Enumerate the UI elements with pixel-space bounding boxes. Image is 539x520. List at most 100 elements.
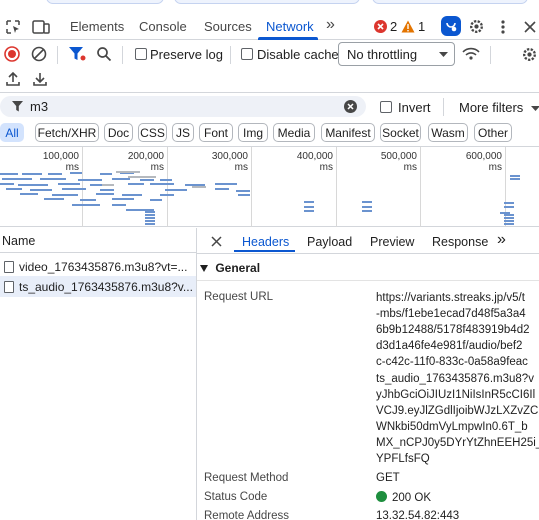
more-detail-tabs-button[interactable]: » [497,231,506,249]
waterfall-bar [160,179,172,181]
warning-badge[interactable]: 1 [401,19,425,34]
search-icon[interactable] [95,45,113,63]
waterfall-bar [100,189,114,191]
remote-address-label: Remote Address [204,510,290,520]
tab-headers[interactable]: Headers [242,235,289,249]
close-details-icon[interactable] [208,233,224,249]
type-filter-manifest[interactable]: Manifest [321,123,375,142]
filter-funnel-icon[interactable] [67,45,87,63]
waterfall-bar [80,199,96,201]
more-tabs-button[interactable]: » [326,16,335,34]
network-settings-gear-icon[interactable] [520,45,538,63]
disable-cache-checkbox[interactable] [241,48,253,60]
tab-response[interactable]: Response [432,235,488,249]
type-filter-other[interactable]: Other [474,123,512,142]
request-url-line: ts_audio_1763435876.m3u8?v [376,372,534,385]
waterfall-bar [112,204,126,206]
waterfall-bar [52,194,78,196]
more-filters-button[interactable]: More filters [459,100,539,115]
invert-label: Invert [398,100,431,115]
waterfall-bar [100,173,112,175]
disable-cache-label: Disable cache [257,47,339,62]
waterfall-bar [2,178,32,180]
waterfall-bar [145,217,155,219]
error-count: 2 [390,19,398,34]
type-filter-fetch-xhr[interactable]: Fetch/XHR [35,123,99,142]
pane-divider[interactable] [196,228,197,520]
request-row-audio[interactable]: ts_audio_1763435876.m3u8?v... [0,276,196,297]
filter-funnel-small-icon [12,101,23,112]
toolbar-divider [443,98,444,116]
filter-input[interactable]: m3 [30,99,48,114]
type-filter-doc[interactable]: Doc [104,123,133,142]
waterfall-bar [362,201,372,203]
invert-checkbox[interactable] [380,101,392,113]
type-filter-css[interactable]: CSS [138,123,167,142]
error-badge[interactable]: 2 [374,19,397,34]
type-filter-font[interactable]: Font [199,123,233,142]
general-section-header[interactable]: General [200,261,260,275]
stop-recording-icon[interactable] [3,45,21,63]
tab-preview[interactable]: Preview [370,235,414,249]
clear-filter-icon[interactable] [344,100,357,113]
type-filter-all[interactable]: All [0,123,24,142]
type-filter-wasm[interactable]: Wasm [428,123,468,142]
name-column-header[interactable]: Name [0,228,196,253]
throttling-value: No throttling [347,47,418,62]
waterfall-bar [102,184,114,186]
request-url-line: MX_nCPJ0y5DYrYtZhnEEH25i_ [376,436,539,449]
tab-network[interactable]: Network [266,19,314,34]
timeline-gridline [420,147,421,227]
document-icon [4,280,14,293]
request-url-line: yJhbGciOiJIUzI1NiIsInR5cCI6Il [376,388,536,401]
waterfall-bar [40,178,66,180]
import-har-icon[interactable] [4,70,22,88]
section-divider [197,280,539,281]
timeline-tick-label: 300,000 ms [211,151,248,173]
waterfall-bar [116,171,140,173]
devtools-tab-bar: Elements Console Sources Network » 2 1 [0,0,539,40]
request-method-label: Request Method [204,472,289,484]
device-toolbar-icon[interactable] [31,18,51,36]
timeline-gridline [82,147,83,227]
waterfall-bar [304,210,314,212]
filter-input-box[interactable]: m3 [0,96,366,117]
tab-sources[interactable]: Sources [204,19,252,34]
request-url-line: c-c42c-11f0-833c-0a58a9feac [376,356,528,369]
export-har-icon[interactable] [31,70,49,88]
inspect-element-icon[interactable] [4,18,22,36]
timeline-gridline [167,147,168,227]
request-row-video[interactable]: video_1763435876.m3u8?vt=... [0,256,196,277]
status-code: 200 OK [376,491,431,504]
kebab-menu-icon[interactable] [496,18,510,36]
ai-assistance-icon[interactable] [441,16,461,36]
waterfall-bar [122,194,142,196]
type-filter-js[interactable]: JS [172,123,194,142]
waterfall-bar [6,188,22,190]
waterfall-bar [362,210,372,212]
clear-icon[interactable] [30,45,48,63]
warning-count: 1 [418,19,426,34]
throttling-select[interactable]: No throttling [338,42,455,66]
chevron-down-icon [439,52,448,57]
network-conditions-icon[interactable] [461,45,481,63]
waterfall-bar [150,199,162,201]
type-filter-media[interactable]: Media [273,123,315,142]
type-filter-img[interactable]: Img [238,123,268,142]
type-filter-socket[interactable]: Socket [380,123,421,142]
close-devtools-icon[interactable] [522,18,538,36]
tab-payload[interactable]: Payload [307,235,352,249]
waterfall-bar [236,190,250,192]
page-hint-pill [174,0,360,4]
network-toolbar: Preserve log Disable cache [0,40,539,70]
waterfall-bar [192,186,206,188]
request-url-line: https://variants.streaks.jp/v5/t [376,292,525,304]
waterfall-bar [112,178,130,180]
waterfall-bar [70,172,82,174]
preserve-log-checkbox[interactable] [135,48,147,60]
tab-elements[interactable]: Elements [70,19,124,34]
waterfall-bar [0,173,18,175]
settings-gear-icon[interactable] [467,17,485,35]
request-url-line: WNkbi50dmVyLmpwIn0.6T_b [376,420,528,433]
tab-console[interactable]: Console [139,19,187,34]
